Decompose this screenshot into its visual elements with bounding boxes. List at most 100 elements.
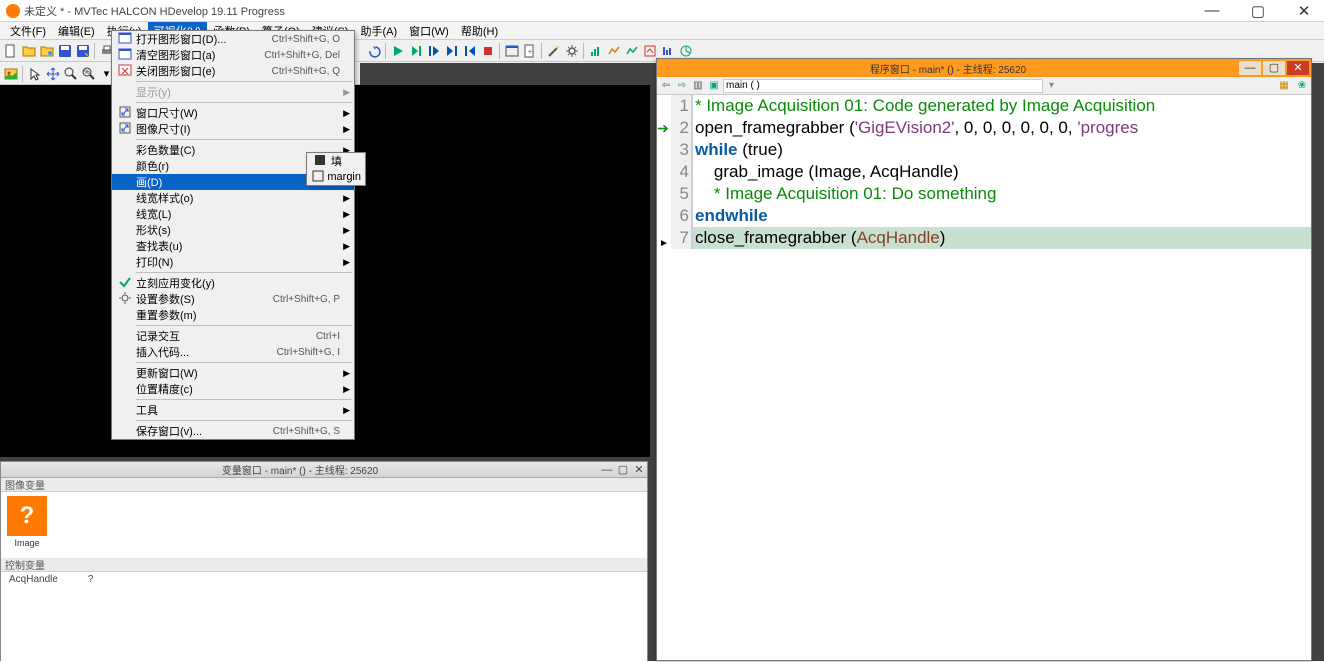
var-close-button[interactable]: ✕ [631, 463, 647, 476]
var-minimize-button[interactable]: — [599, 464, 615, 476]
question-icon: ? [7, 496, 47, 536]
exec-gutter: ➔ ► [657, 95, 671, 249]
svg-text:+: + [527, 47, 532, 56]
dropdown-item[interactable]: 形状(s)▶ [112, 222, 354, 238]
exec-pointer-icon: ➔ [657, 117, 669, 139]
move-icon[interactable] [44, 65, 61, 82]
step-over-icon[interactable] [407, 42, 424, 59]
line-gutter: 1234567 [671, 95, 693, 249]
visualize-dropdown: 打开图形窗口(D)...Ctrl+Shift+G, O清空图形窗口(a)Ctrl… [111, 30, 355, 440]
dropdown-item[interactable]: 打开图形窗口(D)...Ctrl+Shift+G, O [112, 31, 354, 47]
zoom-icon[interactable] [62, 65, 79, 82]
step-back-icon[interactable] [461, 42, 478, 59]
image-vars-body: ? Image [1, 492, 647, 558]
chart4-icon[interactable] [641, 42, 658, 59]
zoomfit-icon[interactable]: % [80, 65, 97, 82]
window-icon [116, 47, 134, 64]
code-minimize-button[interactable]: — [1239, 61, 1261, 75]
nav-back-icon[interactable]: ⇦ [659, 80, 673, 91]
image-var-label: Image [7, 538, 47, 548]
code-window: 程序窗口 - main* () - 主线程: 25620 — ▢ ✕ ⇦ ⇨ ▥… [656, 58, 1312, 661]
menu-1[interactable]: 编辑(E) [52, 22, 101, 40]
control-var-row[interactable]: AcqHandle ? [1, 572, 647, 587]
variable-window-titlebar[interactable]: 变量窗口 - main* () - 主线程: 25620 — ▢ ✕ [1, 462, 647, 478]
maximize-button[interactable]: ▢ [1244, 2, 1272, 20]
image-icon[interactable] [2, 65, 19, 82]
open-file-icon[interactable] [20, 42, 37, 59]
dropdown-item[interactable]: 打印(N)▶ [112, 254, 354, 270]
chart5-icon[interactable] [659, 42, 676, 59]
menu-8[interactable]: 窗口(W) [403, 22, 455, 40]
dropdown-item[interactable]: 关闭图形窗口(e)Ctrl+Shift+G, Q [112, 63, 354, 79]
chart6-icon[interactable] [677, 42, 694, 59]
size-icon [116, 105, 134, 122]
run-icon[interactable] [389, 42, 406, 59]
nav-path-input[interactable] [723, 79, 1043, 93]
dropdown-item[interactable]: 图像尺寸(I)▶ [112, 121, 354, 137]
dropdown-item[interactable]: 查找表(u)▶ [112, 238, 354, 254]
menu-7[interactable]: 助手(A) [354, 22, 403, 40]
nav-path-suffix: ▾ [1049, 80, 1054, 91]
new-window-icon[interactable] [503, 42, 520, 59]
control-vars-header: 控制变量 [1, 558, 647, 572]
save-icon[interactable] [56, 42, 73, 59]
submenu-arrow-icon: ▶ [343, 368, 350, 379]
submenu-item[interactable]: 填 [307, 153, 365, 169]
dropdown-item[interactable]: 清空图形窗口(a)Ctrl+Shift+G, Del [112, 47, 354, 63]
undo-icon[interactable] [365, 42, 382, 59]
nav-app-icon[interactable]: ▣ [707, 80, 721, 91]
gear-icon[interactable] [563, 42, 580, 59]
image-var-thumb[interactable]: ? Image [7, 496, 47, 548]
wand-icon[interactable] [545, 42, 562, 59]
code-area[interactable]: ➔ ► 1234567 * Image Acquisition 01: Code… [657, 95, 1311, 249]
code-titlebar[interactable]: 程序窗口 - main* () - 主线程: 25620 — ▢ ✕ [657, 59, 1311, 77]
nav-split-icon[interactable]: ▥ [691, 80, 705, 91]
menu-0[interactable]: 文件(F) [4, 22, 52, 40]
step-into-icon[interactable] [425, 42, 442, 59]
save-as-icon[interactable] [74, 42, 91, 59]
open2-icon[interactable] [38, 42, 55, 59]
submenu-arrow-icon: ▶ [343, 384, 350, 395]
dropdown-item[interactable]: 保存窗口(v)...Ctrl+Shift+G, S [112, 423, 354, 439]
nav-forward-icon[interactable]: ⇨ [675, 80, 689, 91]
dropdown-item[interactable]: 工具▶ [112, 402, 354, 418]
dropdown-item[interactable]: 窗口尺寸(W)▶ [112, 105, 354, 121]
pointer-icon[interactable] [26, 65, 43, 82]
nav-icon-1[interactable]: ▦ [1277, 80, 1291, 91]
code-lines[interactable]: * Image Acquisition 01: Code generated b… [693, 95, 1311, 249]
submenu-arrow-icon: ▶ [343, 257, 350, 268]
chart1-icon[interactable] [587, 42, 604, 59]
dropdown-item[interactable]: 线宽样式(o)▶ [112, 190, 354, 206]
nav-icon-2[interactable]: ❀ [1295, 80, 1309, 91]
dropdown-item[interactable]: 重置参数(m) [112, 307, 354, 323]
dropdown-item[interactable]: 显示(y)▶ [112, 84, 354, 100]
new-doc-icon[interactable]: + [521, 42, 538, 59]
margin-icon [311, 169, 325, 186]
var-maximize-button[interactable]: ▢ [615, 463, 631, 476]
submenu-arrow-icon: ▶ [343, 108, 350, 119]
stop-icon[interactable] [479, 42, 496, 59]
close-button[interactable]: ✕ [1290, 2, 1318, 20]
dropdown-item[interactable]: 更新窗口(W)▶ [112, 365, 354, 381]
dropdown-item[interactable]: 立刻应用变化(y) [112, 275, 354, 291]
minimize-button[interactable]: — [1198, 2, 1226, 20]
control-var-name: AcqHandle [9, 574, 58, 585]
dropdown-item[interactable]: 线宽(L)▶ [112, 206, 354, 222]
dropdown-item[interactable]: 插入代码...Ctrl+Shift+G, I [112, 344, 354, 360]
submenu-arrow-icon: ▶ [343, 124, 350, 135]
dropdown-item[interactable]: 位置精度(c)▶ [112, 381, 354, 397]
submenu-arrow-icon: ▶ [343, 241, 350, 252]
submenu-arrow-icon: ▶ [343, 209, 350, 220]
code-close-button[interactable]: ✕ [1287, 61, 1309, 75]
dropdown-item[interactable]: 设置参数(S)Ctrl+Shift+G, P [112, 291, 354, 307]
new-file-icon[interactable] [2, 42, 19, 59]
chart2-icon[interactable] [605, 42, 622, 59]
chart3-icon[interactable] [623, 42, 640, 59]
menu-9[interactable]: 帮助(H) [455, 22, 504, 40]
step-out-icon[interactable] [443, 42, 460, 59]
submenu-item[interactable]: margin [307, 169, 365, 185]
code-maximize-button[interactable]: ▢ [1263, 61, 1285, 75]
dropdown-item[interactable]: 记录交互Ctrl+I [112, 328, 354, 344]
variable-window: 变量窗口 - main* () - 主线程: 25620 — ▢ ✕ 图像变量 … [0, 461, 648, 661]
submenu-arrow-icon: ▶ [343, 193, 350, 204]
